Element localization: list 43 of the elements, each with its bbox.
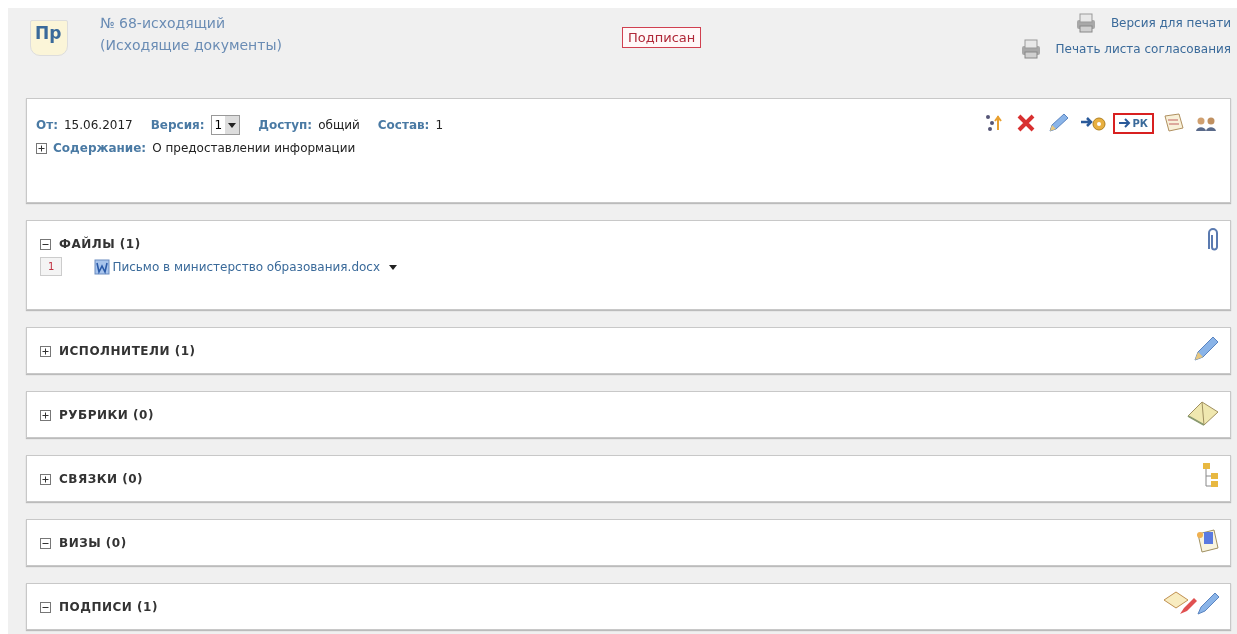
file-number: 1 — [40, 257, 63, 276]
field-label: Доступ: — [258, 118, 313, 132]
printer-icon[interactable] — [1019, 38, 1042, 60]
field-label: Версия: — [150, 118, 205, 132]
arrow-icon — [1119, 118, 1132, 128]
section-title[interactable]: ВИЗЫ (0) — [59, 536, 127, 550]
field-value: 1 — [435, 118, 444, 132]
pencil-icon — [1046, 113, 1071, 133]
expand-icon[interactable] — [36, 142, 47, 154]
expand-icon[interactable] — [40, 409, 51, 421]
delete-icon — [1016, 113, 1037, 133]
collapse-icon[interactable] — [40, 238, 51, 250]
caret-icon[interactable] — [388, 262, 399, 271]
field-label: Состав: — [377, 118, 430, 132]
field-value: общий — [318, 118, 360, 132]
document-icon — [1161, 112, 1185, 134]
section-title[interactable]: ПОДПИСИ (1) — [59, 600, 158, 614]
print-link[interactable]: Версия для печати — [1110, 16, 1231, 30]
field-value: О предоставлении информации — [152, 141, 356, 155]
section-title[interactable]: ИСПОЛНИТЕЛИ (1) — [59, 344, 196, 358]
stamp-icon[interactable] — [1194, 526, 1220, 554]
section-title[interactable]: СВЯЗКИ (0) — [59, 472, 144, 486]
pencil-icon[interactable] — [1192, 334, 1220, 362]
expand-icon[interactable] — [40, 473, 51, 485]
status-badge: Подписан — [622, 27, 702, 48]
version-select[interactable]: 1 — [210, 115, 241, 135]
collapse-icon[interactable] — [40, 537, 51, 549]
field-label: От: — [36, 118, 58, 132]
register-card-button[interactable]: РК — [1113, 112, 1154, 134]
field-label: Содержание: — [53, 141, 147, 155]
printer-icon[interactable] — [1074, 12, 1097, 34]
document-number: № 68-исходящий — [100, 14, 226, 33]
print-link[interactable]: Печать листа согласования — [1055, 42, 1231, 56]
collapse-icon[interactable] — [40, 601, 51, 613]
section-title[interactable]: ФАЙЛЫ (1) — [59, 237, 141, 251]
section-title[interactable]: РУБРИКИ (0) — [59, 408, 154, 422]
word-document-icon — [94, 258, 111, 275]
document-type-icon: Пр — [30, 20, 68, 56]
field-value: 15.06.2017 — [63, 118, 133, 132]
expand-icon[interactable] — [40, 345, 51, 357]
document-category: (Исходящие документы) — [100, 36, 282, 55]
file-link[interactable]: Письмо в министерство образования.docx — [112, 259, 381, 274]
signature-icon[interactable] — [1162, 590, 1220, 616]
